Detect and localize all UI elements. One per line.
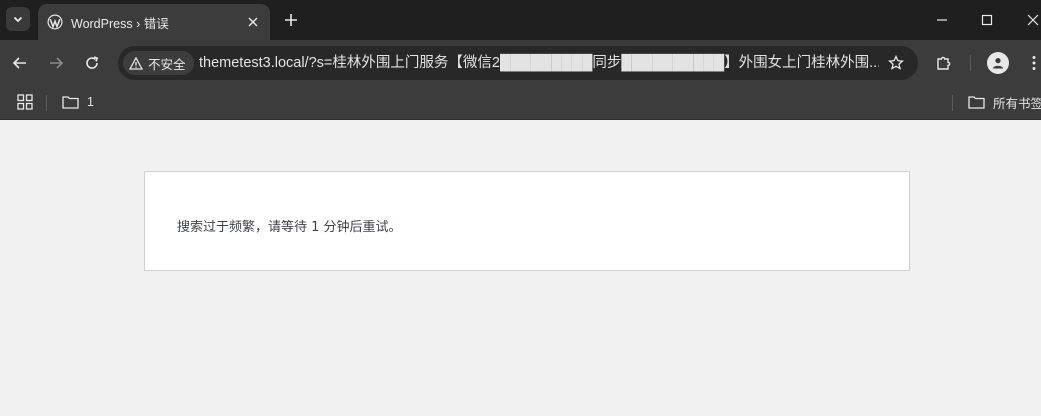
page-content: 搜索过于频繁，请等待 1 分钟后重试。 (0, 121, 1041, 416)
warning-icon (129, 56, 143, 70)
bookmark-folder-label: 1 (87, 95, 94, 109)
security-chip[interactable]: 不安全 (123, 51, 194, 75)
extensions-button[interactable] (932, 51, 956, 75)
tab-close-button[interactable] (244, 13, 262, 31)
folder-icon (62, 96, 79, 109)
bookmark-star-button[interactable] (886, 53, 906, 73)
address-bar[interactable]: 不安全 themetest3.local/?s=桂林外围上门服务【微信2████… (118, 46, 918, 80)
apps-grid-icon[interactable] (16, 93, 34, 111)
minimize-icon (937, 19, 947, 21)
profile-avatar[interactable] (987, 52, 1009, 74)
close-icon (1027, 14, 1039, 26)
all-bookmarks-button[interactable]: 所有书签 (968, 91, 1041, 113)
arrow-right-icon (50, 57, 64, 69)
puzzle-icon (937, 56, 951, 70)
bookmark-folder[interactable]: 1 (62, 91, 94, 113)
tab-title: WordPress › 错误 (71, 16, 169, 31)
error-box: 搜索过于频繁，请等待 1 分钟后重试。 (144, 171, 910, 271)
window-close-button[interactable] (1015, 6, 1041, 34)
person-icon (993, 58, 1003, 69)
bookmarks-bar: 1 所有书签 (0, 86, 1041, 120)
tab-search-button[interactable] (6, 7, 30, 31)
tab-strip: WordPress › 错误 (0, 0, 1041, 40)
folder-icon (968, 96, 985, 109)
url-text[interactable]: themetest3.local/?s=桂林外围上门服务【微信2████████… (199, 46, 879, 80)
close-icon (248, 17, 258, 27)
all-bookmarks-label: 所有书签 (993, 96, 1041, 111)
security-label: 不安全 (148, 57, 186, 72)
bookmarks-divider-right (952, 95, 953, 111)
toolbar: 不安全 themetest3.local/?s=桂林外围上门服务【微信2████… (0, 40, 1041, 86)
star-icon (888, 55, 904, 70)
menu-button[interactable] (1022, 51, 1041, 75)
bookmarks-divider (46, 95, 47, 111)
reload-button[interactable] (80, 51, 104, 75)
plus-icon (285, 14, 297, 26)
wordpress-icon (47, 14, 63, 30)
toolbar-divider (970, 55, 971, 71)
reload-icon (86, 56, 99, 69)
new-tab-button[interactable] (280, 9, 302, 31)
chevron-down-icon (13, 16, 23, 23)
back-button[interactable] (8, 51, 32, 75)
maximize-icon (981, 14, 993, 26)
maximize-button[interactable] (969, 6, 1005, 34)
tab-active[interactable]: WordPress › 错误 (38, 4, 270, 40)
error-message: 搜索过于频繁，请等待 1 分钟后重试。 (177, 220, 402, 235)
arrow-left-icon (12, 57, 26, 69)
forward-button[interactable] (44, 51, 68, 75)
more-vertical-icon (1032, 56, 1036, 70)
minimize-button[interactable] (924, 6, 960, 34)
